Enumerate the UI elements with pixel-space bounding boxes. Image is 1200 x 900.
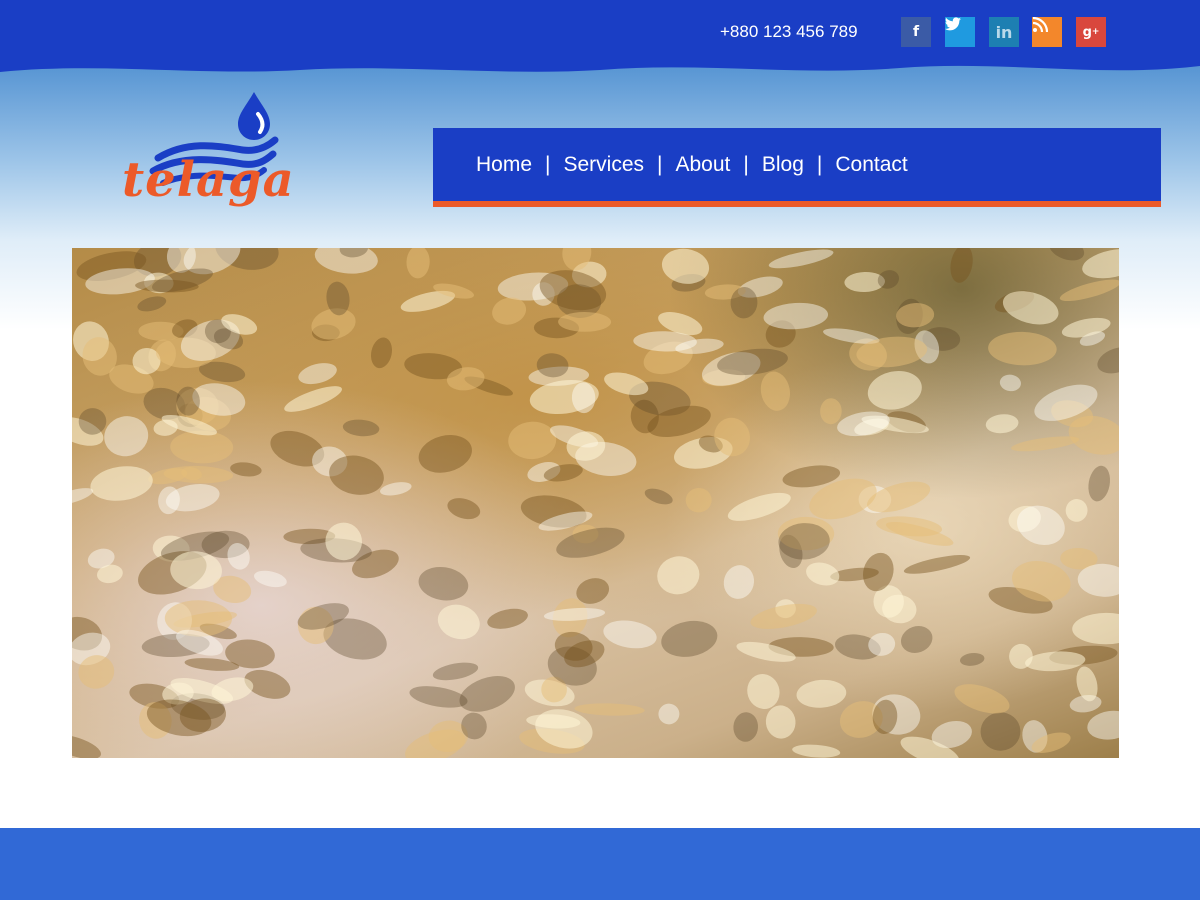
ripple-shape: [1011, 436, 1080, 452]
nav-separator: |: [545, 152, 551, 176]
ripple-shape: [1002, 291, 1059, 325]
ripple-shape: [1088, 465, 1111, 502]
hero-image: [72, 248, 1119, 758]
ripple-shape: [298, 363, 337, 385]
nav-item-contact[interactable]: Contact: [835, 153, 907, 177]
ripple-shape: [867, 370, 922, 410]
ripple-shape: [1082, 248, 1119, 279]
wave-header-background: [0, 0, 1200, 72]
facebook-icon[interactable]: f: [901, 17, 931, 47]
ripple-shape: [1059, 279, 1119, 302]
nav-item-services[interactable]: Services: [564, 153, 645, 177]
nav-item-home[interactable]: Home: [476, 153, 532, 177]
ripple-shape: [985, 414, 1019, 434]
ripple-shape: [980, 712, 1021, 751]
ripple-shape: [558, 311, 612, 332]
ripple-shape: [437, 604, 480, 640]
ripple-shape: [658, 703, 680, 725]
nav-separator: |: [816, 152, 823, 176]
main-navigation: Home | Services | About | Blog | Contact: [433, 128, 1161, 207]
ripple-shape: [543, 607, 606, 621]
ripple-shape: [950, 248, 973, 283]
ripple-shape: [380, 482, 412, 496]
ripple-shape: [409, 686, 468, 708]
ripple-shape: [796, 679, 847, 708]
ripple-shape: [72, 734, 102, 758]
top-bar: +880 123 456 789 f in g +: [0, 0, 1200, 80]
ripple-shape: [418, 435, 472, 473]
ripple-shape: [1065, 499, 1088, 522]
ripple-shape: [170, 430, 234, 464]
ripple-shape: [432, 662, 479, 681]
ripple-shape: [284, 386, 342, 412]
ripple-shape: [254, 570, 287, 588]
nav-separator: |: [743, 152, 749, 176]
nav-separator: |: [657, 152, 663, 176]
ripple-shape: [733, 712, 759, 742]
ripple-shape: [657, 556, 700, 595]
ripple-shape: [999, 374, 1021, 392]
ripple-shape: [661, 620, 718, 657]
ripple-shape: [508, 421, 557, 460]
rss-icon[interactable]: [1032, 17, 1062, 47]
ripple-shape: [406, 248, 430, 279]
water-ripple-pattern: [72, 248, 1119, 758]
ripple-shape: [342, 419, 380, 437]
ripple-shape: [1072, 612, 1119, 645]
logo-text: telaga: [122, 152, 295, 208]
ripple-shape: [1097, 347, 1119, 374]
ripple-shape: [418, 566, 469, 601]
ripple-shape: [487, 608, 528, 629]
ripple-shape: [371, 337, 392, 369]
ripple-shape: [137, 296, 167, 312]
ripple-shape: [988, 331, 1057, 366]
ripple-shape: [230, 462, 262, 477]
ripple-shape: [104, 416, 149, 457]
footer-bar: [0, 828, 1200, 900]
ripple-shape: [837, 411, 890, 437]
twitter-icon[interactable]: [945, 17, 975, 47]
ripple-shape: [644, 488, 673, 505]
ripple-shape: [820, 398, 842, 425]
logo[interactable]: telaga: [118, 88, 294, 223]
google-plus-icon[interactable]: g +: [1076, 17, 1106, 47]
ripple-shape: [768, 249, 834, 269]
ripple-shape: [760, 371, 791, 411]
ripple-shape: [727, 492, 791, 521]
ripple-shape: [447, 498, 481, 520]
ripple-shape: [1087, 710, 1119, 740]
phone-number[interactable]: +880 123 456 789: [720, 22, 858, 42]
ripple-shape: [90, 466, 153, 501]
ripple-shape: [900, 626, 933, 653]
ripple-shape: [806, 562, 840, 586]
ripple-shape: [723, 565, 755, 599]
ripple-shape: [603, 620, 657, 649]
nav-item-blog[interactable]: Blog: [762, 153, 804, 177]
ripple-shape: [792, 744, 841, 758]
ripple-shape: [765, 705, 796, 739]
ripple-shape: [685, 487, 712, 513]
nav-item-about[interactable]: About: [676, 153, 731, 177]
linkedin-icon[interactable]: in: [989, 17, 1019, 47]
ripple-shape: [903, 555, 971, 574]
ripple-shape: [574, 703, 645, 716]
ripple-shape: [959, 652, 985, 666]
ripple-shape: [1049, 248, 1085, 261]
